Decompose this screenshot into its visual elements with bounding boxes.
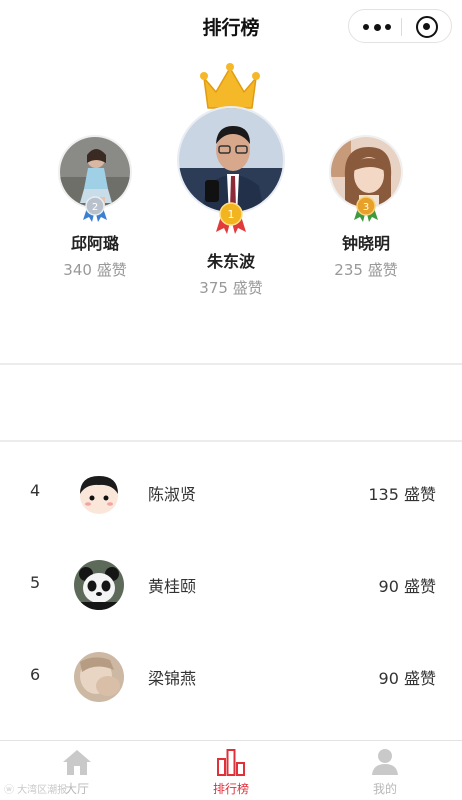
tab-mine[interactable]: 我的 [308, 741, 462, 800]
like-count: 90 盛赞 [378, 577, 436, 596]
header-bar: 排行榜 [0, 0, 462, 56]
section-divider [0, 440, 462, 442]
silver-medal-icon: 2 [83, 196, 107, 222]
tab-label: 我的 [372, 782, 397, 796]
rank-number: 4 [30, 481, 41, 500]
tab-ranking[interactable]: 排行榜 [154, 741, 308, 800]
user-name: 梁锦燕 [148, 669, 197, 688]
medal-rank: 1 [228, 208, 235, 221]
podium-name: 朱东波 [206, 252, 255, 271]
user-name: 陈淑贤 [148, 485, 197, 504]
more-icon[interactable] [363, 23, 391, 31]
podium-third[interactable]: 3 钟晓明 235 盛赞 [306, 130, 426, 285]
user-name: 黄桂颐 [148, 577, 197, 596]
podium-name: 邱阿璐 [70, 234, 119, 253]
podium-likes: 235 盛赞 [334, 261, 398, 279]
medal-rank: 3 [363, 202, 369, 213]
bronze-medal-icon: 3 [354, 196, 378, 222]
gold-medal-icon: 1 [216, 202, 246, 234]
miniprogram-capsule [348, 9, 452, 43]
avatar [74, 652, 124, 702]
list-item[interactable]: 4 陈淑贤 135 盛赞 [0, 448, 462, 540]
home-icon [63, 750, 91, 775]
list-item[interactable]: 5 黄桂颐 90 盛赞 [0, 540, 462, 632]
watermark: ⓦ 大湾区潮报 [4, 785, 68, 796]
podium-second[interactable]: 2 邱阿璐 340 盛赞 [35, 130, 155, 285]
capsule-divider [401, 18, 402, 36]
section-divider [0, 363, 462, 365]
avatar [177, 106, 285, 214]
podium-likes: 340 盛赞 [63, 261, 127, 279]
rank-number: 5 [30, 573, 41, 592]
ranking-icon [217, 749, 245, 776]
rank-number: 6 [30, 665, 41, 684]
avatar [74, 560, 124, 610]
avatar [74, 468, 124, 518]
like-count: 135 盛赞 [368, 485, 436, 504]
podium-name: 钟晓明 [341, 234, 390, 253]
close-miniprogram-icon[interactable] [416, 16, 438, 38]
medal-rank: 2 [92, 202, 98, 213]
podium-likes: 375 盛赞 [199, 279, 263, 297]
like-count: 90 盛赞 [378, 669, 436, 688]
crown-icon [200, 63, 260, 109]
tab-bar: 大厅 排行榜 我的 [0, 740, 462, 800]
tab-label: 排行榜 [212, 782, 249, 796]
list-item[interactable]: 6 梁锦燕 90 盛赞 [0, 632, 462, 724]
podium-first[interactable]: 1 朱东波 375 盛赞 [166, 62, 296, 302]
user-icon [372, 749, 398, 775]
